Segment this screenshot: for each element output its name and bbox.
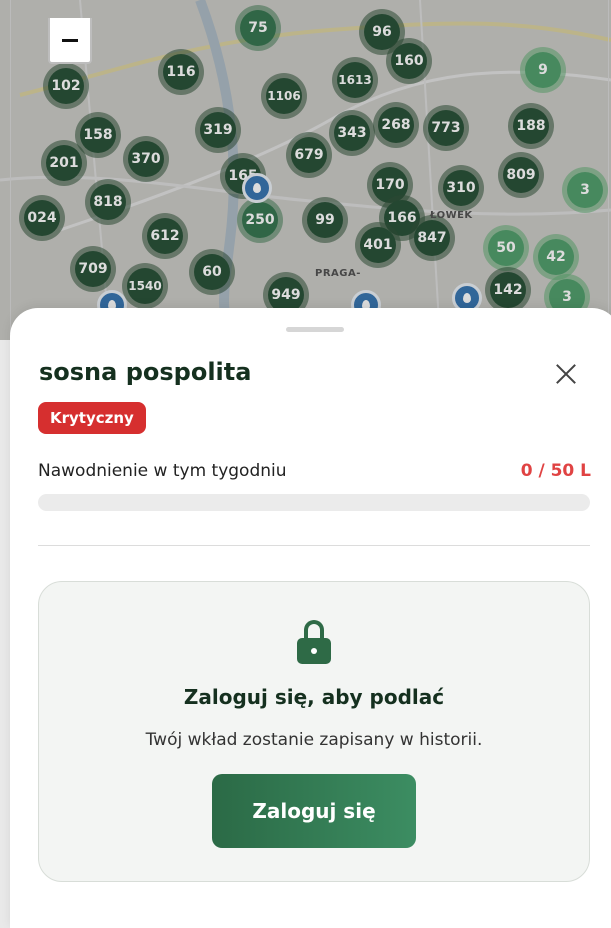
cluster-count: 1106 [266,78,302,114]
cluster-count: 847 [414,220,450,256]
tree-cluster-marker[interactable]: 75 [235,5,281,51]
cluster-count: 1613 [337,62,373,98]
tree-cluster-marker[interactable]: 160 [386,38,432,84]
watering-label: Nawodnienie w tym tygodniu [38,461,287,481]
divider [38,545,590,546]
cluster-count: 250 [242,202,278,238]
tree-cluster-marker[interactable]: 319 [195,107,241,153]
map-district-label: PRAGA- [315,268,361,279]
watering-value: 0 / 50 L [520,461,591,481]
cluster-count: 1540 [127,268,163,304]
tree-cluster-marker[interactable]: 773 [423,105,469,151]
water-drop-marker[interactable] [242,173,272,203]
cluster-count: 818 [90,184,126,220]
tree-cluster-marker[interactable]: 250 [237,197,283,243]
cluster-count: 343 [334,115,370,151]
cluster-count: 709 [75,251,111,287]
cluster-count: 612 [147,218,183,254]
cluster-count: 370 [128,141,164,177]
tree-cluster-marker[interactable]: 50 [483,225,529,271]
cluster-count: 99 [307,202,343,238]
watering-progress-bar [38,494,590,511]
tree-cluster-marker[interactable]: 679 [286,132,332,178]
tree-species-title: sosna pospolita [39,358,252,386]
tree-cluster-marker[interactable]: 1106 [261,73,307,119]
cluster-count: 42 [538,239,574,275]
login-prompt-card: Zaloguj się, aby podlać Twój wkład zosta… [38,581,590,882]
tree-cluster-marker[interactable]: 1540 [122,263,168,309]
tree-cluster-marker[interactable]: 310 [438,165,484,211]
status-badge: Krytyczny [38,402,146,434]
tree-cluster-marker[interactable]: 370 [123,136,169,182]
cluster-count: 102 [48,68,84,104]
tree-cluster-marker[interactable]: 268 [373,102,419,148]
map-view[interactable]: 75 96 160 9 102 116 1106 1613 158 319 268 773 188 343… [0,0,611,340]
tree-cluster-marker[interactable]: 612 [142,213,188,259]
tree-cluster-marker[interactable]: 60 [189,249,235,295]
tree-cluster-marker[interactable]: 847 [409,215,455,261]
tree-cluster-marker[interactable]: 116 [158,49,204,95]
tree-details-sheet: sosna pospolita Krytyczny Nawodnienie w … [10,308,611,928]
tree-cluster-marker[interactable]: 3 [562,167,608,213]
tree-cluster-marker[interactable]: 1613 [332,57,378,103]
cluster-count: 60 [194,254,230,290]
cluster-count: 116 [163,54,199,90]
minus-icon [62,38,78,42]
login-prompt-subtitle: Twój wkład zostanie zapisany w historii. [145,730,483,750]
cluster-count: 160 [391,43,427,79]
cluster-count: 50 [488,230,524,266]
tree-cluster-marker[interactable]: 343 [329,110,375,156]
cluster-count: 319 [200,112,236,148]
tree-cluster-marker[interactable]: 142 [485,267,531,313]
login-button[interactable]: Zaloguj się [212,774,416,848]
cluster-count: 024 [24,200,60,236]
cluster-count: 3 [567,172,603,208]
tree-cluster-marker[interactable]: 42 [533,234,579,280]
tree-cluster-marker[interactable]: 401 [355,222,401,268]
cluster-count: 773 [428,110,464,146]
tree-cluster-marker[interactable]: 188 [508,103,554,149]
sheet-drag-handle[interactable] [286,327,344,332]
cluster-count: 188 [513,108,549,144]
tree-cluster-marker[interactable]: 809 [498,152,544,198]
cluster-count: 679 [291,137,327,173]
zoom-out-button[interactable] [48,18,92,64]
cluster-count: 75 [240,10,276,46]
cluster-count: 809 [503,157,539,193]
cluster-count: 158 [80,117,116,153]
cluster-count: 310 [443,170,479,206]
tree-cluster-marker[interactable]: 99 [302,197,348,243]
lock-icon [297,620,331,664]
cluster-count: 401 [360,227,396,263]
cluster-count: 201 [46,145,82,181]
tree-cluster-marker[interactable]: 818 [85,179,131,225]
cluster-count: 268 [378,107,414,143]
tree-cluster-marker[interactable]: 102 [43,63,89,109]
close-icon[interactable] [555,363,577,385]
tree-cluster-marker[interactable]: 9 [520,47,566,93]
tree-cluster-marker[interactable]: 024 [19,195,65,241]
tree-cluster-marker[interactable]: 709 [70,246,116,292]
cluster-count: 142 [490,272,526,308]
tree-cluster-marker[interactable]: 201 [41,140,87,186]
cluster-count: 9 [525,52,561,88]
login-prompt-title: Zaloguj się, aby podlać [183,685,445,709]
map-district-label: ŁOWEK [430,210,473,221]
